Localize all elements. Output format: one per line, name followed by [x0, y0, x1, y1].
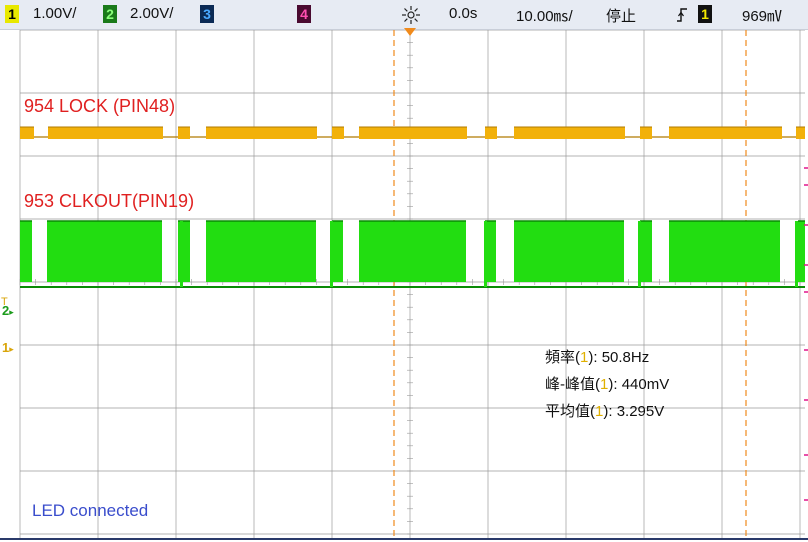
trace-ch1-band [48, 127, 163, 139]
trigger-position-marker[interactable] [404, 28, 416, 36]
trace-ch2-glitch [180, 221, 183, 287]
trace-ch1-band [514, 127, 625, 139]
trace-ch2-clkout [20, 220, 805, 288]
trace-ch2-burst [206, 221, 316, 282]
measurement-average: 平均值(1): 3.295V [545, 403, 665, 420]
trace-ch2-burst [47, 221, 162, 282]
status-bar: 1 1.00V/ 2 2.00V/ 3 4 0.0s 10.00㎳/ 停止 1 … [0, 0, 808, 30]
trace-ch1-band [178, 127, 190, 139]
trigger-delay: 0.0s [449, 5, 478, 22]
ch2-scale: 2.00V/ [130, 5, 174, 22]
oscilloscope-screen: 1 1.00V/ 2 2.00V/ 3 4 0.0s 10.00㎳/ 停止 1 … [0, 0, 808, 542]
cursor-lines [393, 30, 747, 538]
trigger-source-badge[interactable]: 1 [698, 5, 712, 23]
trace-ch1-band [640, 127, 652, 139]
trace-ch1-band [669, 127, 782, 139]
trace-ch2-burst [798, 221, 805, 282]
trace-ch1-band [20, 127, 34, 139]
led-note: LED connected [32, 501, 149, 520]
trace-ch1-band [796, 127, 805, 139]
right-edge-ticks [804, 167, 808, 501]
trace-ch2-burst [514, 221, 624, 282]
trace-ch2-glitch [330, 221, 333, 287]
trace2-label: 953 CLKOUT(PIN19) [24, 191, 195, 211]
trace-ch1-lock [20, 126, 805, 139]
ch1-ground-marker[interactable]: 1▸ [2, 340, 14, 355]
trigger-level-marker[interactable]: T [1, 296, 8, 308]
trace-ch2-burst [640, 221, 652, 282]
measurements-panel: 頻率(1): 50.8Hz 峰-峰值(1): 440mV 平均值(1): 3.2… [545, 344, 669, 425]
ch3-badge[interactable]: 3 [200, 5, 214, 23]
ch1-scale: 1.00V/ [33, 5, 77, 22]
trace-ch2-burst [20, 221, 32, 282]
trace-ch2-burst [332, 221, 343, 282]
trigger-level: 969㎷ [742, 8, 783, 25]
ch2-badge[interactable]: 2 [103, 5, 117, 23]
trace-ch2-glitch [484, 221, 487, 287]
run-state[interactable]: 停止 [606, 5, 636, 26]
trace-ch1-band [359, 127, 467, 139]
measurement-frequency: 頻率(1): 50.8Hz [545, 349, 650, 366]
trace-ch2-burst [669, 221, 780, 282]
trace1-label: 954 LOCK (PIN48) [24, 96, 176, 116]
timebase: 10.00㎳/ [516, 8, 573, 25]
trace-ch2-glitch [795, 221, 798, 287]
trigger-sun-icon [400, 4, 422, 26]
ch4-badge[interactable]: 4 [297, 5, 311, 23]
measurement-peak-to-peak: 峰-峰值(1): 440mV [545, 376, 670, 393]
trace-ch2-burst [178, 221, 190, 282]
trace-ch1-band [332, 127, 344, 139]
ch1-badge[interactable]: 1 [5, 5, 19, 23]
rising-edge-icon [676, 6, 688, 24]
trace-ch2-burst [359, 221, 466, 282]
trace-ch2-glitch [638, 221, 641, 287]
trace-ch1-band [485, 127, 497, 139]
trace-ch1-band [206, 127, 317, 139]
waveform-display [0, 29, 808, 540]
